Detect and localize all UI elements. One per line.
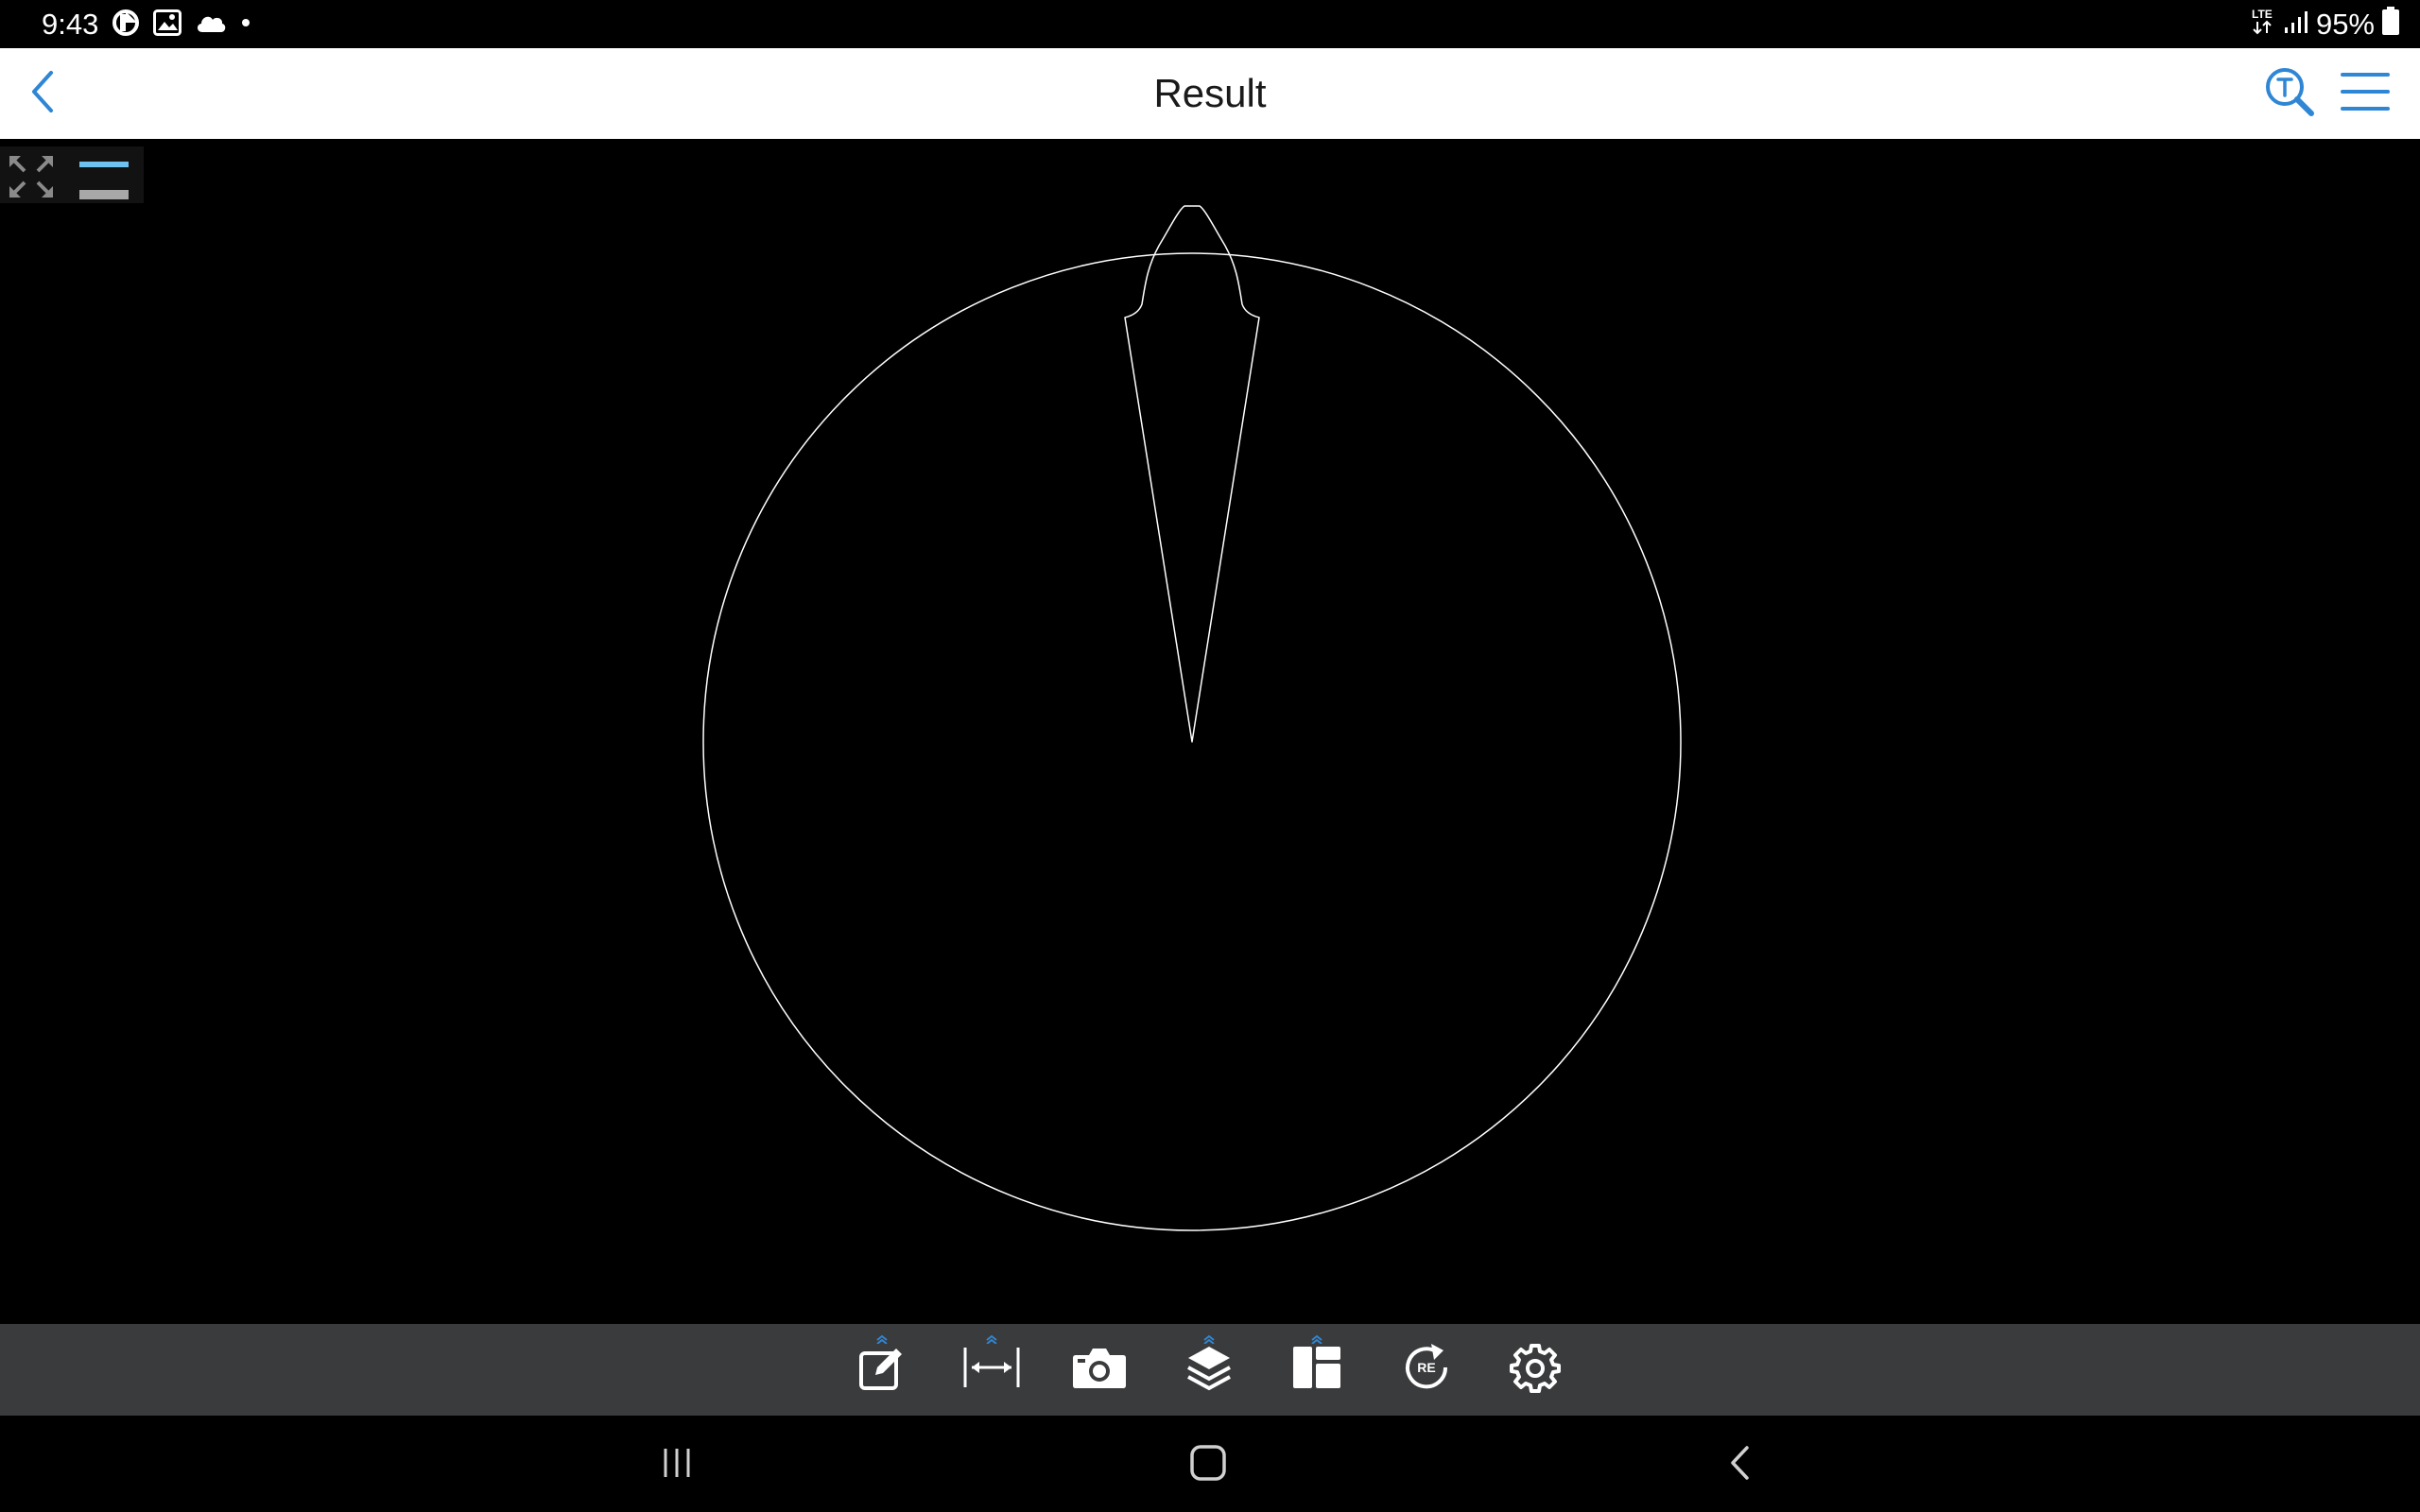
status-time: 9:43 <box>42 8 99 41</box>
drawing-svg <box>702 205 1682 1231</box>
recent-apps-button[interactable] <box>639 1436 715 1493</box>
status-right: LTE 95% <box>2250 6 2399 43</box>
lte-icon: LTE <box>2250 7 2276 43</box>
home-icon <box>1190 1444 1226 1486</box>
menu-icon <box>2341 71 2390 117</box>
layout-icon <box>1292 1346 1341 1394</box>
regen-icon: RE <box>1400 1341 1453 1399</box>
expand-caret-icon <box>985 1332 998 1349</box>
lte-label: LTE <box>2252 8 2273 21</box>
regen-button[interactable]: RE <box>1384 1324 1469 1416</box>
expand-caret-icon <box>1202 1332 1216 1349</box>
drawing-canvas[interactable] <box>0 139 2420 1324</box>
status-bar: 9:43 LTE 95% <box>0 0 2420 48</box>
edit-icon <box>858 1344 906 1396</box>
signal-icon <box>2284 8 2308 42</box>
cloud-icon <box>195 11 227 39</box>
settings-icon <box>1510 1342 1561 1398</box>
app-bar: Result <box>0 48 2420 139</box>
layers-icon <box>1185 1344 1233 1396</box>
notification-icons <box>112 8 251 42</box>
measure-icon <box>962 1344 1021 1396</box>
system-back-button[interactable] <box>1702 1436 1777 1493</box>
chevron-left-icon <box>1728 1445 1751 1486</box>
dot-icon <box>240 16 251 33</box>
layers-button[interactable] <box>1167 1324 1252 1416</box>
page-title: Result <box>1153 71 1267 115</box>
measure-tool-button[interactable] <box>949 1324 1034 1416</box>
expand-caret-icon <box>875 1332 889 1349</box>
text-search-icon <box>2264 66 2315 122</box>
battery-text: 95% <box>2315 8 2375 41</box>
text-search-button[interactable] <box>2261 65 2318 122</box>
recent-apps-icon <box>660 1447 694 1484</box>
bottom-toolbar: RE <box>0 1324 2420 1416</box>
app-notification-icon <box>112 9 140 42</box>
settings-button[interactable] <box>1493 1324 1578 1416</box>
menu-button[interactable] <box>2337 65 2394 122</box>
regen-label: RE <box>1417 1360 1435 1375</box>
home-button[interactable] <box>1170 1436 1246 1493</box>
system-nav-bar <box>0 1416 2420 1512</box>
battery-icon <box>2382 7 2399 43</box>
camera-button[interactable] <box>1057 1324 1142 1416</box>
expand-caret-icon <box>1310 1332 1323 1349</box>
needle-shape <box>1124 205 1260 743</box>
edit-tool-button[interactable] <box>839 1324 925 1416</box>
gallery-icon <box>153 9 182 41</box>
layout-button[interactable] <box>1274 1324 1359 1416</box>
camera-icon <box>1072 1346 1127 1394</box>
